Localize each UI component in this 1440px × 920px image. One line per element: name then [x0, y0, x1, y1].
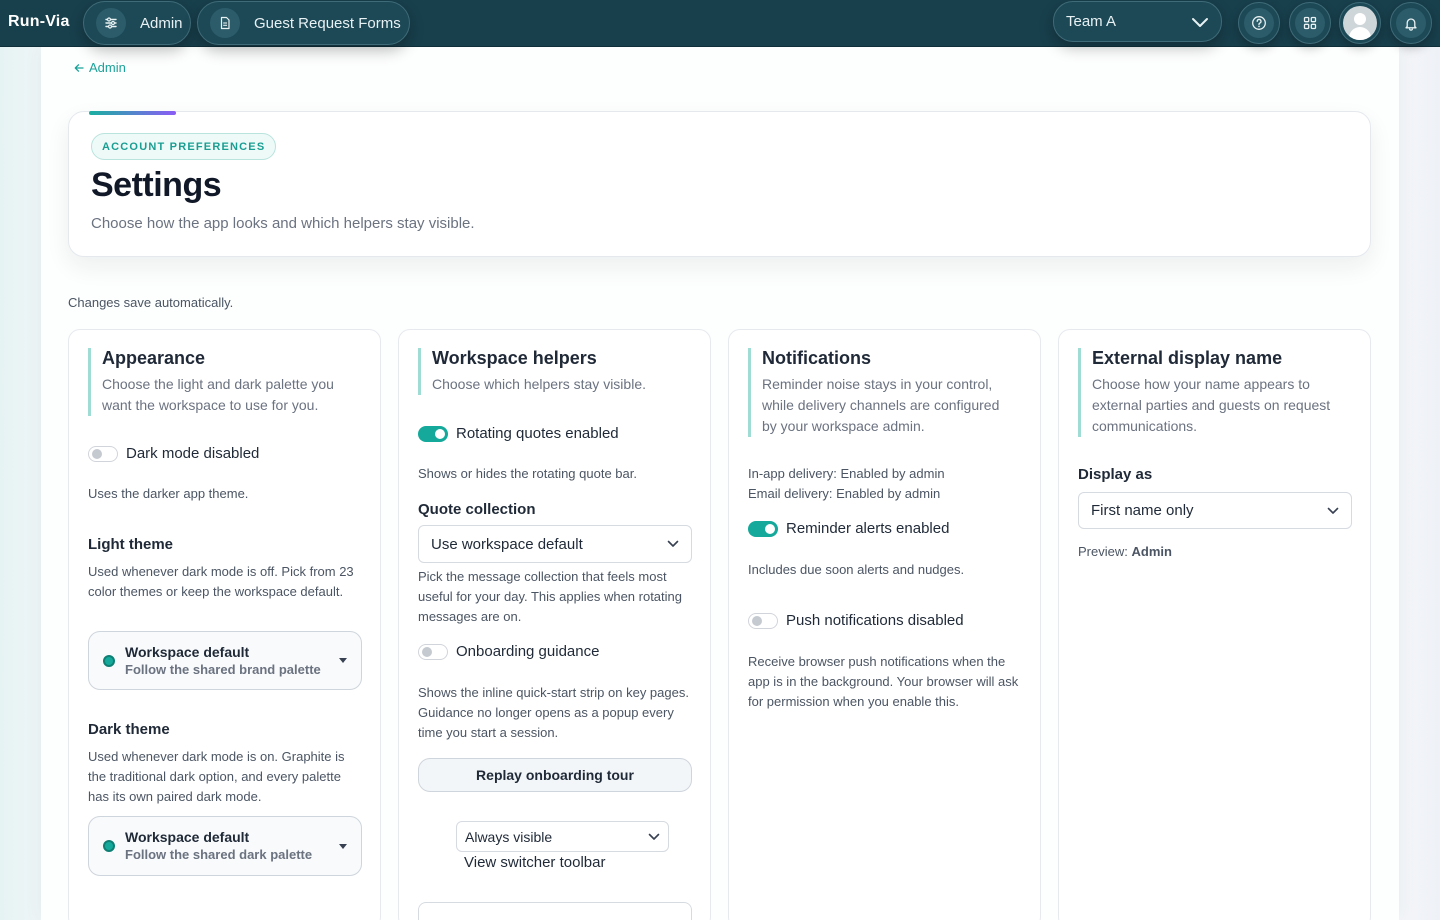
- header-accent-bar: [89, 111, 176, 115]
- team-select[interactable]: Team A: [1053, 1, 1222, 42]
- inapp-delivery-status: In-app delivery: Enabled by admin: [748, 466, 945, 481]
- display-as-select[interactable]: First name only: [1078, 492, 1352, 529]
- view-switcher-value: Always visible: [465, 828, 553, 845]
- view-switcher-select[interactable]: Always visible: [456, 821, 669, 852]
- section-badge: ACCOUNT PREFERENCES: [91, 133, 277, 160]
- help-button[interactable]: [1238, 2, 1280, 44]
- theme-color-swatch: [103, 654, 115, 667]
- user-avatar-button[interactable]: [1339, 2, 1381, 44]
- brand-logo[interactable]: Run-Via: [8, 13, 70, 31]
- replay-onboarding-button[interactable]: Replay onboarding tour: [418, 758, 692, 792]
- view-switcher-label: View switcher toolbar: [464, 854, 606, 871]
- display-name-title: External display name: [1092, 348, 1283, 368]
- chevron-down-icon: [667, 540, 679, 547]
- grid-icon: [1303, 16, 1317, 30]
- onboarding-toggle[interactable]: [418, 643, 448, 660]
- help-circle-icon: [1252, 16, 1266, 30]
- back-link-label: Admin: [89, 60, 126, 75]
- reminder-alerts-toggle-row[interactable]: Reminder alerts enabled: [748, 520, 949, 537]
- sliders-icon: [96, 8, 126, 38]
- bell-icon: [1405, 17, 1417, 31]
- dark-theme-label: Dark theme: [88, 721, 170, 738]
- dark-mode-help: Uses the darker app theme.: [88, 486, 249, 501]
- guest-request-forms-label: Guest Request Forms: [254, 14, 401, 32]
- rotating-quotes-toggle[interactable]: [418, 425, 448, 442]
- caret-down-icon: [339, 843, 347, 849]
- caret-down-icon: [339, 658, 347, 663]
- helpers-title: Workspace helpers: [432, 348, 597, 368]
- onboarding-toggle-row[interactable]: Onboarding guidance: [418, 643, 599, 660]
- notifications-header: Notifications Reminder noise stays in yo…: [748, 348, 1018, 437]
- push-notifications-toggle-row[interactable]: Push notifications disabled: [748, 612, 964, 629]
- chevron-down-icon: [1192, 17, 1208, 27]
- light-theme-label: Light theme: [88, 536, 173, 553]
- quote-collection-label: Quote collection: [418, 501, 536, 518]
- team-select-value: Team A: [1066, 13, 1117, 30]
- theme-color-swatch: [103, 840, 115, 852]
- dark-mode-toggle[interactable]: [88, 445, 118, 462]
- rotating-quotes-toggle-row[interactable]: Rotating quotes enabled: [418, 425, 619, 442]
- back-to-admin-link[interactable]: Admin: [73, 60, 126, 75]
- onboarding-label: Onboarding guidance: [456, 643, 600, 660]
- page-subtitle: Choose how the app looks and which helpe…: [91, 215, 475, 232]
- preview-value: Admin: [1131, 544, 1172, 559]
- dark-theme-select[interactable]: Workspace default Follow the shared dark…: [88, 816, 362, 876]
- appearance-card: Appearance Choose the light and dark pal…: [68, 329, 381, 920]
- rotating-quotes-help: Shows or hides the rotating quote bar.: [418, 466, 637, 481]
- top-bar: Run-Via Admin Guest Request Forms Team A: [0, 0, 1440, 47]
- quote-collection-select[interactable]: Use workspace default: [418, 525, 692, 563]
- light-theme-subtext: Follow the shared brand palette: [125, 661, 321, 677]
- rotating-quotes-label: Rotating quotes enabled: [456, 425, 619, 442]
- document-icon: [210, 8, 240, 38]
- notifications-card: Notifications Reminder noise stays in yo…: [728, 329, 1041, 920]
- workspace-helpers-card: Workspace helpers Choose which helpers s…: [398, 329, 711, 920]
- display-as-label: Display as: [1078, 466, 1153, 483]
- display-as-value: First name only: [1091, 502, 1194, 519]
- avatar: [1343, 6, 1377, 40]
- additional-helper-field[interactable]: [418, 902, 692, 920]
- email-delivery-status: Email delivery: Enabled by admin: [748, 486, 941, 501]
- preview-prefix: Preview:: [1078, 544, 1128, 559]
- helpers-header: Workspace helpers Choose which helpers s…: [418, 348, 688, 395]
- display-name-preview: Preview: Admin: [1078, 542, 1172, 562]
- push-notifications-help: Receive browser push notifications when …: [748, 654, 1019, 709]
- reminder-alerts-help: Includes due soon alerts and nudges.: [748, 562, 965, 577]
- dark-theme-help: Used whenever dark mode is on. Graphite …: [88, 749, 345, 804]
- notifications-title: Notifications: [762, 348, 872, 368]
- appearance-description: Choose the light and dark palette you wa…: [102, 376, 334, 413]
- chevron-down-icon: [648, 833, 660, 840]
- helpers-description: Choose which helpers stay visible.: [432, 376, 646, 392]
- autosave-note: Changes save automatically.: [68, 295, 234, 310]
- display-name-description: Choose how your name appears to external…: [1092, 376, 1331, 434]
- push-notifications-toggle[interactable]: [748, 612, 778, 629]
- light-theme-select[interactable]: Workspace default Follow the shared bran…: [88, 631, 362, 690]
- arrow-left-icon: [74, 63, 84, 72]
- admin-nav-label: Admin: [140, 14, 183, 32]
- notifications-description: Reminder noise stays in your control, wh…: [762, 376, 1000, 434]
- dark-mode-label: Dark mode disabled: [126, 445, 260, 462]
- admin-nav-button[interactable]: Admin: [83, 1, 191, 45]
- page-title: Settings: [91, 166, 222, 204]
- quote-collection-help: Pick the message collection that feels m…: [418, 569, 682, 624]
- push-notifications-label: Push notifications disabled: [786, 612, 964, 629]
- appearance-header: Appearance Choose the light and dark pal…: [88, 348, 358, 416]
- notifications-button[interactable]: [1390, 2, 1432, 44]
- dark-mode-toggle-row[interactable]: Dark mode disabled: [88, 445, 259, 462]
- display-name-header: External display name Choose how your na…: [1078, 348, 1348, 437]
- dark-theme-subtext: Follow the shared dark palette: [125, 847, 313, 862]
- apps-button[interactable]: [1289, 2, 1331, 44]
- reminder-alerts-label: Reminder alerts enabled: [786, 520, 950, 537]
- light-theme-help: Used whenever dark mode is off. Pick fro…: [88, 564, 354, 599]
- reminder-alerts-toggle[interactable]: [748, 520, 778, 537]
- onboarding-help: Shows the inline quick-start strip on ke…: [418, 685, 689, 740]
- light-theme-value: Workspace default: [125, 643, 250, 660]
- dark-theme-value: Workspace default: [125, 829, 250, 845]
- external-display-name-card: External display name Choose how your na…: [1058, 329, 1371, 920]
- guest-request-forms-nav-button[interactable]: Guest Request Forms: [197, 1, 410, 45]
- quote-collection-value: Use workspace default: [431, 535, 583, 553]
- appearance-title: Appearance: [102, 348, 206, 368]
- chevron-down-icon: [1327, 507, 1339, 514]
